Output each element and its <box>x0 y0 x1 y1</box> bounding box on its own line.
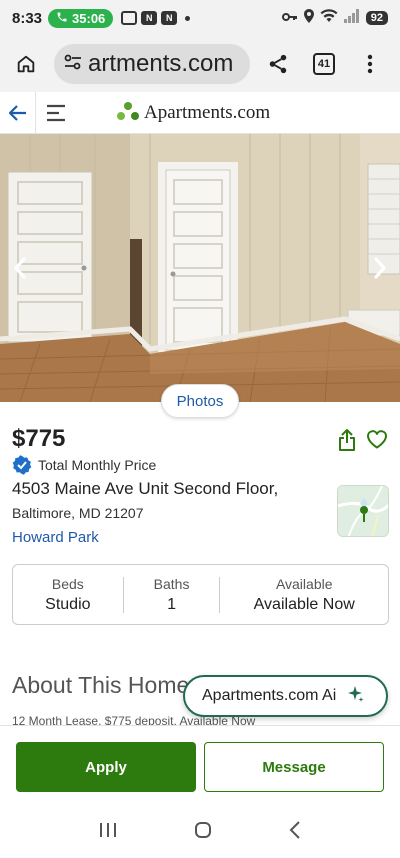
address-line-1: 4503 Maine Ave Unit Second Floor, <box>12 479 279 498</box>
app-n-icon-2: N <box>161 11 178 25</box>
price-note: Total Monthly Price <box>38 457 157 473</box>
key-icon <box>281 10 298 27</box>
battery-indicator: 92 <box>365 11 388 25</box>
photos-button[interactable]: Photos <box>161 384 239 418</box>
neighborhood-link[interactable]: Howard Park <box>12 529 99 546</box>
baths-label: Baths <box>153 575 190 592</box>
call-indicator[interactable]: 35:06 <box>48 8 114 28</box>
ai-assistant-button[interactable]: Apartments.com Ai <box>183 675 388 717</box>
beds-label: Beds <box>51 575 84 592</box>
available-value: Available Now <box>253 595 355 613</box>
browser-toolbar: artments.com 41 <box>0 36 400 92</box>
stats-card: Beds Studio Baths 1 Available Available … <box>12 564 389 625</box>
app-n-icon: N <box>141 11 158 25</box>
arrow-left-icon <box>8 104 26 121</box>
address-line-2: Baltimore, MD 21207 <box>12 505 144 521</box>
site-settings-icon[interactable] <box>64 54 82 75</box>
recent-apps-icon <box>99 823 116 837</box>
message-button[interactable]: Message <box>204 742 384 792</box>
tab-count: 41 <box>313 53 335 75</box>
baths-value: 1 <box>167 595 177 613</box>
beds-value: Studio <box>45 595 91 613</box>
site-header: Apartments.com <box>0 91 400 134</box>
map-thumbnail[interactable] <box>337 485 389 537</box>
share-upload-icon <box>339 429 355 451</box>
home-circle-icon <box>194 822 211 838</box>
browser-menu-button[interactable] <box>352 46 388 82</box>
share-icon <box>269 54 287 74</box>
next-photo-button[interactable] <box>368 254 392 282</box>
chevron-left-icon <box>14 257 26 279</box>
action-bar: Apply Message <box>0 725 400 807</box>
availability-stat: Available Available Now <box>220 565 388 624</box>
sparkle-icon <box>346 685 364 708</box>
system-nav-bar <box>0 807 400 858</box>
share-listing-button[interactable] <box>338 428 356 457</box>
screenshot-icon <box>121 11 138 25</box>
baths-stat: Baths 1 <box>124 565 220 624</box>
apply-button[interactable]: Apply <box>16 742 196 792</box>
tabs-button[interactable]: 41 <box>306 46 342 82</box>
previous-photo-button[interactable] <box>8 254 32 282</box>
home-icon <box>17 55 35 73</box>
url-text: artments.com <box>88 50 234 77</box>
verified-check-icon <box>12 455 32 475</box>
phone-icon <box>56 11 68 26</box>
recent-apps-button[interactable] <box>99 822 117 843</box>
more-vert-icon <box>367 54 373 74</box>
signal-icon <box>343 9 360 27</box>
brand-logo[interactable]: Apartments.com <box>116 101 270 125</box>
status-bar: 8:33 35:06 N N 92 <box>0 0 400 36</box>
ai-assistant-label: Apartments.com Ai <box>202 687 337 704</box>
address-bar[interactable]: artments.com <box>54 44 250 84</box>
listing-photo[interactable] <box>0 134 400 402</box>
price-verification: Total Monthly Price <box>12 455 156 475</box>
apartments-logo-icon <box>117 101 139 120</box>
home-button[interactable] <box>8 46 44 82</box>
wifi-icon <box>320 9 338 27</box>
share-page-button[interactable] <box>260 46 296 82</box>
heart-icon <box>366 430 388 449</box>
status-time: 8:33 <box>12 9 43 27</box>
back-button[interactable] <box>0 91 36 134</box>
more-notifications-icon <box>185 15 191 21</box>
about-heading: About This Home <box>12 672 190 698</box>
chevron-right-icon <box>374 257 386 279</box>
chevron-left-icon <box>289 821 301 839</box>
location-icon <box>303 9 314 27</box>
beds-stat: Beds Studio <box>13 565 123 624</box>
hamburger-icon <box>47 104 65 121</box>
listing-price: $775 <box>12 425 66 452</box>
back-system-button[interactable] <box>289 821 301 844</box>
favorite-button[interactable] <box>366 429 388 454</box>
home-system-button[interactable] <box>194 821 212 844</box>
brand-name: Apartments.com <box>144 101 271 123</box>
site-menu-button[interactable] <box>36 92 76 134</box>
call-timer: 35:06 <box>72 10 106 26</box>
available-label: Available <box>275 575 333 592</box>
